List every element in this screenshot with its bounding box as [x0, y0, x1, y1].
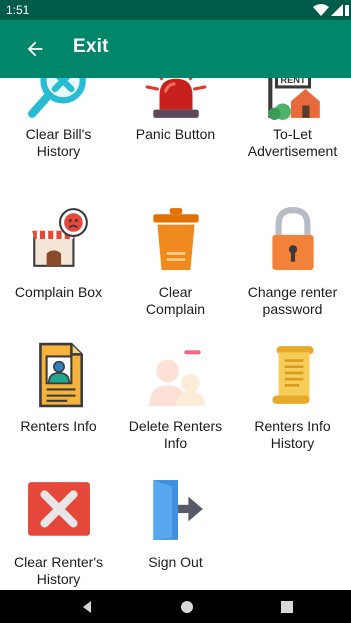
menu-grid: Clear Bill's History Panic Button RENT T…	[0, 78, 351, 590]
tile-label: Clear Bill's History	[25, 126, 92, 159]
siren-icon	[145, 78, 207, 118]
tile-label: Renters Info	[20, 418, 97, 434]
status-icons	[313, 4, 349, 16]
tile-clear-renters-history[interactable]: Clear Renter's History	[0, 478, 117, 590]
tile-panic-button[interactable]: Panic Button	[117, 78, 234, 176]
tile-label: To-Let Advertisement	[247, 126, 338, 159]
delete-x-icon	[28, 482, 90, 536]
tile-complain-box[interactable]: Complain Box	[0, 206, 117, 326]
tile-renters-info[interactable]: Renters Info	[0, 342, 117, 462]
tile-label: Clear Complain	[145, 284, 206, 317]
tile-clear-bills-history[interactable]: Clear Bill's History	[0, 78, 117, 176]
status-bar: 1:51	[0, 0, 351, 20]
tile-clear-complain[interactable]: Clear Complain	[117, 206, 234, 326]
arrow-left-icon[interactable]	[24, 38, 46, 60]
battery-icon	[345, 5, 349, 16]
recents-square-icon[interactable]	[278, 598, 296, 616]
profile-document-icon	[39, 342, 83, 408]
rent-house-icon: RENT	[268, 78, 320, 120]
delete-user-icon	[149, 350, 205, 406]
tile-sign-out[interactable]: Sign Out	[117, 478, 234, 590]
complaint-store-icon	[32, 208, 88, 267]
tile-change-renter-password[interactable]: Change renter password	[234, 206, 351, 326]
back-triangle-icon[interactable]	[78, 598, 96, 616]
tile-label: Complain Box	[14, 284, 103, 300]
wifi-icon	[313, 4, 329, 16]
padlock-icon	[272, 207, 314, 270]
tile-to-let-advertisement[interactable]: RENT To-Let Advertisement	[234, 78, 351, 176]
scroll-icon	[272, 346, 314, 404]
app-bar: Exit	[0, 20, 351, 78]
tile-label: Sign Out	[148, 554, 203, 570]
navigation-bar	[0, 590, 351, 623]
tile-label: Delete Renters Info	[128, 418, 223, 451]
status-time: 1:51	[6, 3, 30, 17]
tile-renters-info-history[interactable]: Renters Info History	[234, 342, 351, 462]
tile-label: Change renter password	[247, 284, 338, 317]
tile-delete-renters-info[interactable]: Delete Renters Info	[117, 342, 234, 462]
svg-text:RENT: RENT	[280, 78, 306, 85]
home-circle-icon[interactable]	[178, 598, 196, 616]
app-title: Exit	[73, 36, 109, 57]
tile-label: Clear Renter's History	[13, 554, 104, 587]
trash-bin-icon	[153, 208, 199, 270]
sign-out-door-icon	[153, 480, 203, 540]
clear-search-icon	[28, 78, 86, 118]
tile-label: Panic Button	[135, 126, 216, 142]
tile-label: Renters Info History	[254, 418, 331, 451]
signal-icon	[331, 4, 343, 16]
